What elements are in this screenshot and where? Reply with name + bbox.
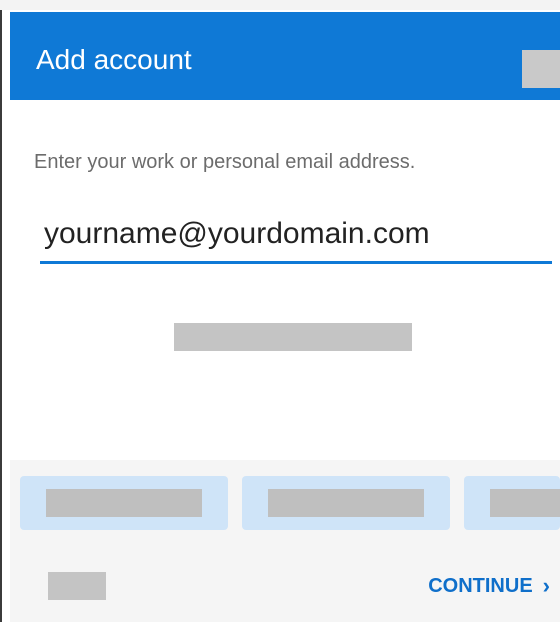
provider-label-redacted [490, 489, 560, 517]
instruction-text: Enter your work or personal email addres… [34, 151, 416, 173]
window-edge [0, 0, 2, 622]
provider-option-3[interactable] [464, 476, 560, 530]
provider-label-redacted [46, 489, 202, 517]
footer-bar: CONTINUE › [10, 560, 560, 622]
redacted-link[interactable] [174, 323, 412, 351]
continue-label: CONTINUE [428, 574, 533, 597]
provider-option-1[interactable] [20, 476, 228, 530]
provider-label-redacted [268, 489, 424, 517]
footer-left-button[interactable] [48, 572, 106, 600]
app-header: Add account [10, 12, 560, 100]
continue-button[interactable]: CONTINUE › [428, 572, 550, 600]
provider-option-2[interactable] [242, 476, 450, 530]
top-strip [0, 0, 560, 10]
email-field[interactable] [40, 214, 552, 264]
page-title: Add account [36, 44, 192, 75]
header-action-button[interactable] [522, 50, 560, 88]
provider-options [10, 460, 560, 560]
chevron-right-icon: › [542, 573, 550, 598]
